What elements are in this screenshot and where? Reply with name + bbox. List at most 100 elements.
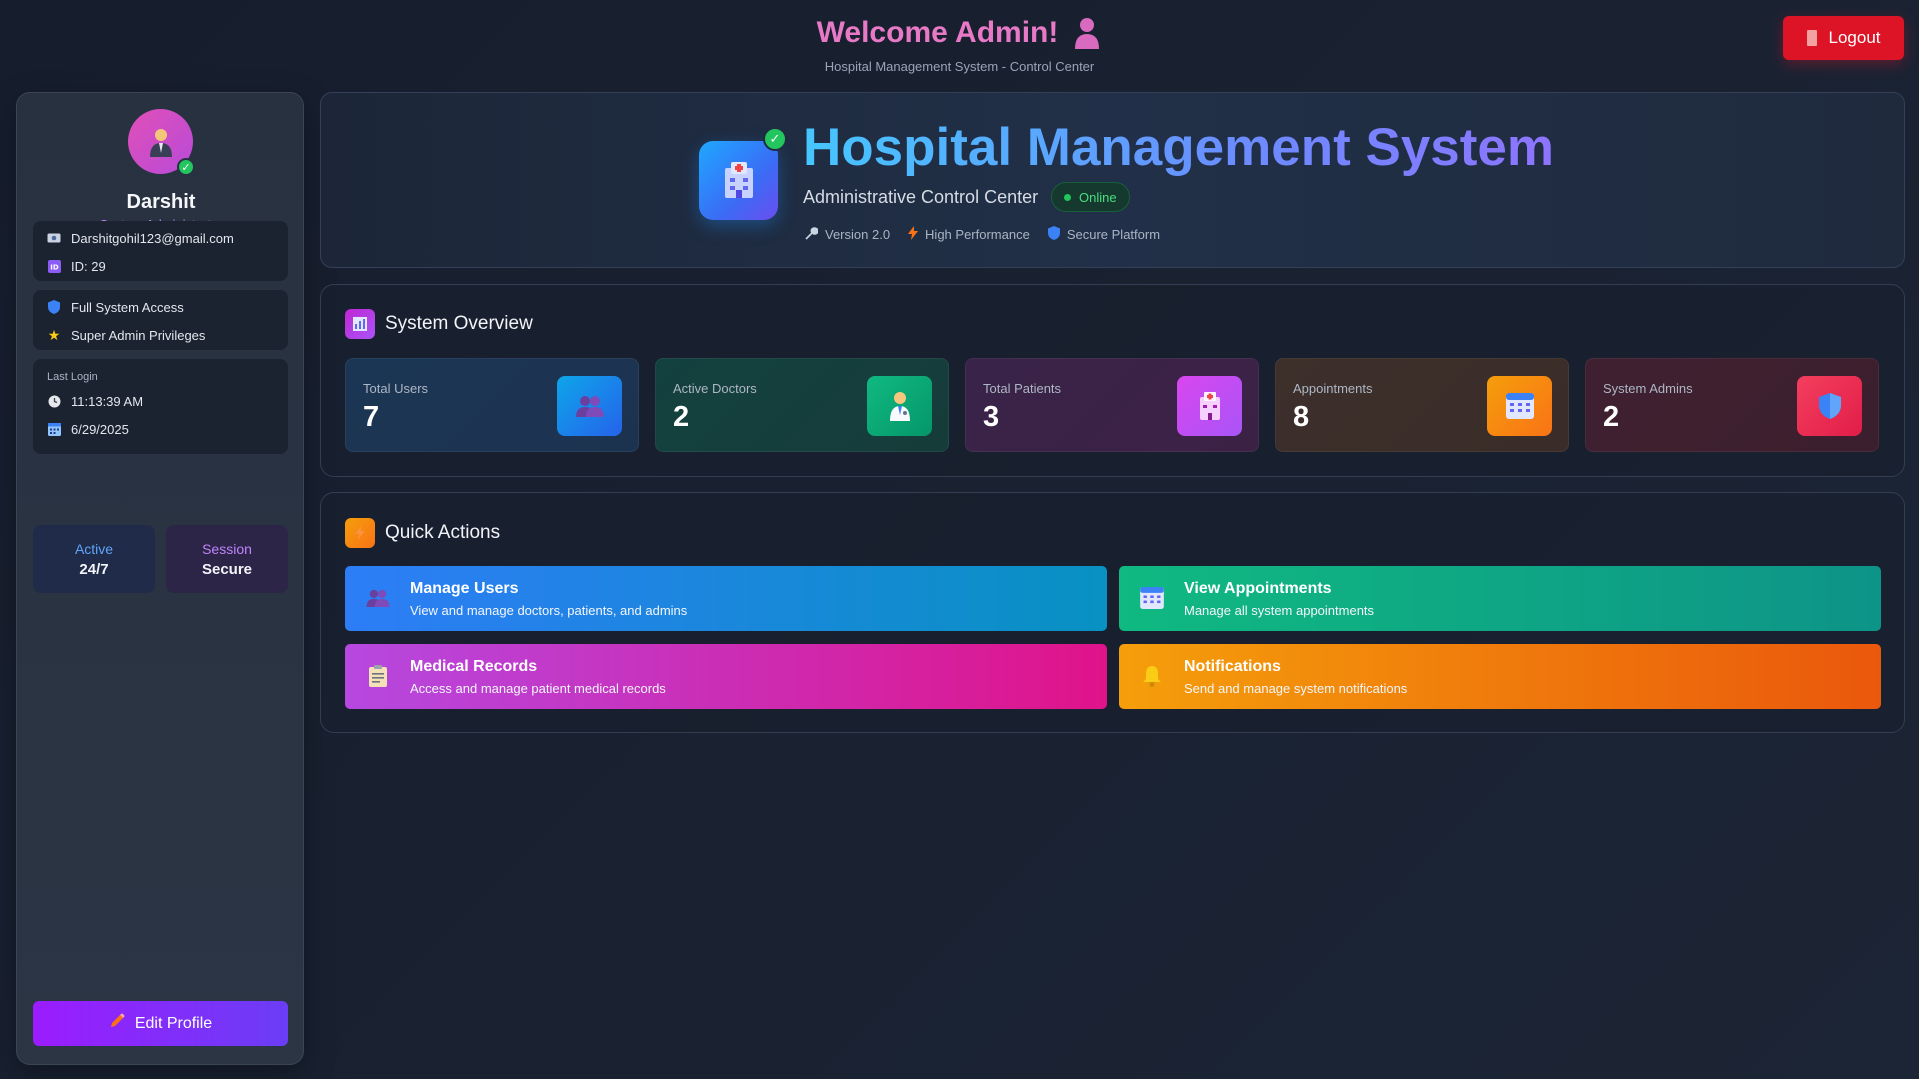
manage-users-button[interactable]: Manage Users View and manage doctors, pa… bbox=[345, 566, 1107, 631]
feature-secure-text: Secure Platform bbox=[1066, 227, 1161, 242]
stat-value: 8 bbox=[1293, 401, 1310, 433]
last-login-card: Last Login 11:13:39 AM 6/29/2025 bbox=[33, 359, 288, 454]
hospital-icon bbox=[724, 161, 753, 198]
last-login-label: Last Login bbox=[47, 371, 98, 383]
wrench-icon bbox=[805, 226, 819, 243]
bar-chart-icon bbox=[345, 309, 375, 339]
last-login-date-row: 6/29/2025 bbox=[33, 415, 288, 443]
action-description: View and manage doctors, patients, and a… bbox=[410, 603, 688, 618]
header-subtitle: Hospital Management System - Control Cen… bbox=[824, 59, 1095, 74]
stat-value: 2 bbox=[1603, 401, 1620, 433]
quick-actions-heading: Quick Actions bbox=[345, 518, 500, 548]
stat-label: Active Doctors bbox=[673, 381, 757, 396]
last-login-date: 6/29/2025 bbox=[71, 421, 129, 437]
hero-features: Version 2.0 High Performance Secure Plat… bbox=[805, 226, 1160, 243]
last-login-time: 11:13:39 AM bbox=[71, 393, 144, 409]
quick-actions-panel: Quick Actions Manage Users View and mana… bbox=[320, 492, 1905, 733]
stat-card-system-admins[interactable]: System Admins 2 bbox=[1585, 358, 1879, 452]
user-icon bbox=[1072, 16, 1102, 50]
top-header: Welcome Admin! Hospital Management Syste… bbox=[0, 0, 1919, 90]
action-title: Manage Users bbox=[410, 580, 519, 597]
stat-card-total-users[interactable]: Total Users 7 bbox=[345, 358, 639, 452]
notifications-button[interactable]: Notifications Send and manage system not… bbox=[1119, 644, 1881, 709]
stat-label: Total Users bbox=[363, 381, 429, 396]
session-status-box: Session Secure bbox=[166, 525, 288, 593]
stat-card-total-patients[interactable]: Total Patients 3 bbox=[965, 358, 1259, 452]
avatar-wrapper: ✓ bbox=[128, 109, 195, 176]
access-card: Full System Access ★ Super Admin Privile… bbox=[33, 290, 288, 350]
medical-records-button[interactable]: Medical Records Access and manage patien… bbox=[345, 644, 1107, 709]
welcome-heading: Welcome Admin! bbox=[0, 16, 1919, 50]
overview-heading: System Overview bbox=[345, 309, 533, 339]
action-title: Medical Records bbox=[410, 658, 538, 675]
online-dot-icon bbox=[1064, 193, 1071, 201]
bell-icon bbox=[1139, 663, 1165, 689]
quick-actions-title: Quick Actions bbox=[385, 522, 501, 543]
logout-button[interactable]: Logout bbox=[1783, 16, 1904, 60]
users-icon bbox=[557, 376, 622, 436]
id-text: ID: 29 bbox=[71, 258, 106, 274]
session-value: Secure bbox=[201, 561, 253, 578]
stat-label: Appointments bbox=[1293, 381, 1373, 396]
online-status-badge: Online bbox=[1051, 182, 1130, 212]
shield-icon bbox=[1797, 376, 1862, 436]
stat-label: System Admins bbox=[1603, 381, 1693, 396]
email-row: Darshitgohil123@gmail.com bbox=[33, 224, 288, 252]
online-status-text: Online bbox=[1079, 189, 1117, 205]
last-login-time-row: 11:13:39 AM bbox=[33, 387, 288, 415]
feature-version-text: Version 2.0 bbox=[825, 227, 891, 242]
system-verified-icon: ✓ bbox=[763, 127, 787, 151]
feature-performance: High Performance bbox=[908, 226, 1030, 243]
system-overview-panel: System Overview Total Users 7 Active Doc… bbox=[320, 284, 1905, 477]
lightning-icon bbox=[908, 226, 919, 243]
stat-label: Total Patients bbox=[983, 381, 1062, 396]
edit-profile-label: Edit Profile bbox=[134, 1014, 213, 1032]
lightning-icon bbox=[345, 518, 375, 548]
stat-card-active-doctors[interactable]: Active Doctors 2 bbox=[655, 358, 949, 452]
action-description: Manage all system appointments bbox=[1184, 603, 1375, 618]
stat-value: 3 bbox=[983, 401, 1000, 433]
doctor-icon bbox=[867, 376, 932, 436]
stat-value: 7 bbox=[363, 401, 380, 433]
hero-subtitle: Administrative Control Center bbox=[803, 187, 1039, 207]
active-label: Active bbox=[74, 541, 114, 557]
stat-card-appointments[interactable]: Appointments 8 bbox=[1275, 358, 1569, 452]
hero-title: Hospital Management System bbox=[803, 118, 1555, 177]
access-row: Full System Access bbox=[33, 293, 288, 321]
verified-check-icon: ✓ bbox=[177, 158, 195, 176]
view-appointments-button[interactable]: View Appointments Manage all system appo… bbox=[1119, 566, 1881, 631]
clipboard-icon bbox=[365, 663, 391, 689]
contact-card: Darshitgohil123@gmail.com ID ID: 29 bbox=[33, 221, 288, 281]
pencil-icon bbox=[109, 1013, 125, 1034]
welcome-text: Welcome Admin! bbox=[816, 16, 1059, 49]
feature-secure: Secure Platform bbox=[1047, 226, 1161, 243]
privileges-row: ★ Super Admin Privileges bbox=[33, 321, 288, 349]
calendar-icon bbox=[47, 422, 61, 436]
clock-icon bbox=[47, 394, 61, 408]
hospital-icon bbox=[1177, 376, 1242, 436]
calendar-icon bbox=[1487, 376, 1552, 436]
profile-sidebar: ✓ Darshit System Administrator Darshitgo… bbox=[16, 92, 304, 1065]
session-label: Session bbox=[202, 541, 252, 557]
active-status-box: Active 24/7 bbox=[33, 525, 155, 593]
stat-value: 2 bbox=[673, 401, 690, 433]
access-text: Full System Access bbox=[71, 299, 184, 315]
privileges-text: Super Admin Privileges bbox=[71, 327, 206, 343]
logout-label: Logout bbox=[1828, 28, 1881, 47]
calendar-icon bbox=[1139, 585, 1165, 611]
users-icon bbox=[365, 585, 391, 611]
admin-person-icon bbox=[149, 128, 172, 157]
id-row: ID ID: 29 bbox=[33, 252, 288, 280]
star-icon: ★ bbox=[47, 326, 61, 343]
action-description: Access and manage patient medical record… bbox=[410, 681, 666, 696]
svg-text:ID: ID bbox=[50, 263, 59, 271]
edit-profile-button[interactable]: Edit Profile bbox=[33, 1001, 288, 1046]
active-value: 24/7 bbox=[79, 561, 109, 578]
profile-name: Darshit bbox=[126, 191, 196, 213]
feature-performance-text: High Performance bbox=[925, 227, 1030, 242]
action-title: Notifications bbox=[1184, 658, 1281, 675]
shield-icon bbox=[47, 300, 61, 314]
action-description: Send and manage system notifications bbox=[1184, 681, 1408, 696]
shield-icon bbox=[1047, 226, 1060, 243]
id-card-icon bbox=[47, 231, 61, 245]
